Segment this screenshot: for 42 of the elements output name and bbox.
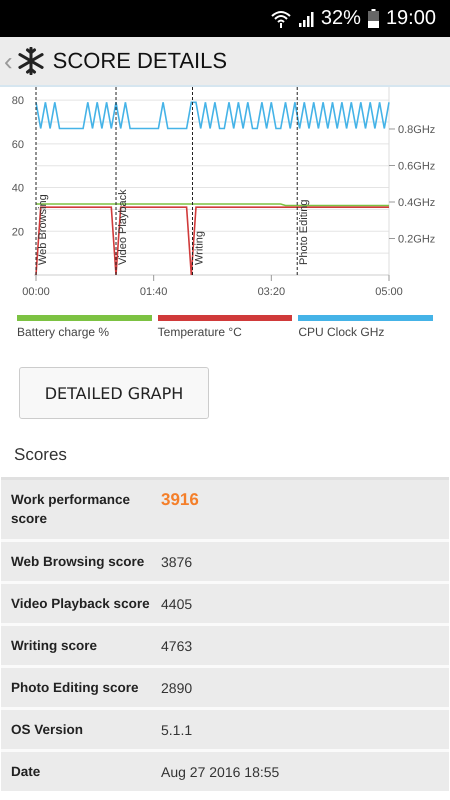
y-tick-label: 60 — [12, 138, 24, 151]
snowflake-icon — [16, 47, 45, 75]
right-tick: 0.4GHz — [388, 197, 436, 209]
right-tick: 0.8GHz — [388, 124, 436, 136]
row-label: OS Version — [11, 721, 84, 739]
detailed-graph-button[interactable]: DETAILED GRAPH — [19, 367, 209, 419]
y-tick-label: 40 — [12, 182, 24, 195]
x-tick-label: 03:20 — [258, 286, 286, 298]
row-value: 5.1.1 — [161, 722, 192, 738]
y-tick-label: 80 — [12, 95, 24, 108]
row-label: Date — [11, 763, 42, 781]
marker-label: Video Playback — [117, 189, 130, 265]
row-value: Aug 27 2016 18:55 — [161, 764, 280, 780]
legend-label: Temperature °C — [158, 325, 243, 339]
row-value: 3876 — [161, 554, 192, 570]
row-label: Writing score — [11, 637, 98, 655]
right-tick: 0.6GHz — [388, 160, 436, 172]
screen-title: SCORE DETAILS — [52, 48, 228, 74]
row-label: Work performance score — [11, 491, 132, 528]
battery-icon — [368, 9, 379, 28]
y-tick-label: 20 — [12, 226, 24, 238]
battery-percent: 32% — [320, 7, 361, 30]
x-tick-label: 01:40 — [140, 286, 168, 298]
marker-label: Photo Editing — [298, 200, 310, 265]
row-value: 4763 — [161, 638, 192, 654]
marker-label: Web Browsing — [37, 194, 49, 265]
marker-label: Writing — [194, 230, 206, 265]
row-label: Video Playback score — [11, 595, 151, 613]
row-label: Photo Editing score — [11, 679, 140, 697]
x-tick-label: 05:00 — [375, 286, 403, 298]
right-tick: 0.2GHz — [388, 234, 436, 246]
x-tick-label: 00:00 — [22, 286, 50, 298]
legend-label: CPU Clock GHz — [298, 325, 386, 339]
signal-icon — [298, 10, 314, 26]
section-title: Scores — [13, 444, 68, 466]
clock: 19:00 — [386, 7, 436, 30]
legend-label: Battery charge % — [17, 325, 110, 339]
row-value: 3916 — [161, 490, 199, 510]
wifi-icon — [270, 10, 291, 28]
row-value: 2890 — [161, 680, 192, 696]
row-label: Web Browsing score — [11, 553, 146, 571]
row-value: 4405 — [161, 596, 192, 612]
